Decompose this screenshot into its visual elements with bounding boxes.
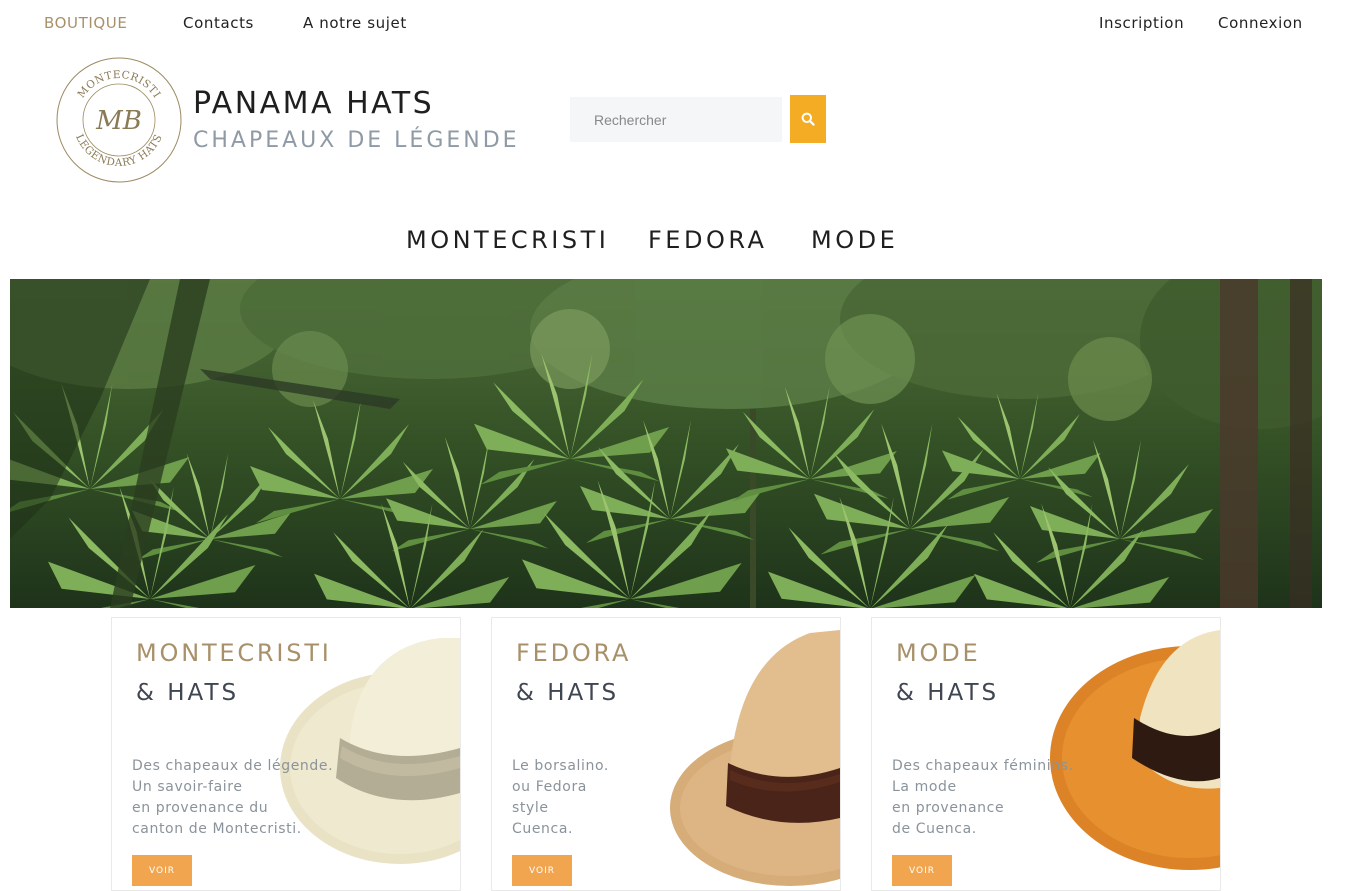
nav-link-boutique[interactable]: BOUTIQUE [44, 14, 127, 32]
voir-button-mode[interactable]: VOIR [892, 855, 952, 886]
card-description-line: en provenance du [132, 800, 269, 816]
card-subtitle: & HATS [896, 680, 1000, 706]
card-title: MONTECRISTI [136, 639, 332, 667]
card-description: Des chapeaux féminins. La mode en proven… [892, 756, 1074, 840]
card-description-line: La mode [892, 779, 957, 795]
card-description-line: Cuenca. [512, 821, 574, 837]
inscription-link[interactable]: Inscription [1099, 14, 1184, 32]
card-description-line: style [512, 800, 549, 816]
card-description-line: Le borsalino. [512, 758, 609, 774]
category-montecristi[interactable]: MONTECRISTI [406, 226, 609, 254]
nav-link-contacts[interactable]: Contacts [183, 14, 254, 32]
logo-bottom-text: LEGENDARY HATS [73, 132, 164, 169]
connexion-link[interactable]: Connexion [1218, 14, 1303, 32]
product-card-montecristi[interactable]: MONTECRISTI & HATS Des chapeaux de légen… [111, 617, 461, 891]
svg-text:MONTECRISTI: MONTECRISTI [75, 69, 162, 101]
card-description: Des chapeaux de légende. Un savoir-faire… [132, 756, 333, 840]
hat-image-fedora [650, 618, 840, 890]
card-subtitle: & HATS [136, 680, 240, 706]
card-description-line: en provenance [892, 800, 1005, 816]
card-title: FEDORA [516, 639, 632, 667]
hero-forest-image [10, 279, 1322, 608]
card-subtitle: & HATS [516, 680, 620, 706]
search-input[interactable] [570, 97, 782, 142]
card-description-line: de Cuenca. [892, 821, 977, 837]
card-description: Le borsalino. ou Fedora style Cuenca. [512, 756, 609, 840]
card-description-line: Des chapeaux de légende. [132, 758, 334, 774]
card-title: MODE [896, 639, 981, 667]
logo-monogram: MB [95, 106, 142, 136]
product-card-mode[interactable]: MODE & HATS Des chapeaux féminins. La mo… [871, 617, 1221, 891]
search-icon [801, 112, 815, 126]
category-mode[interactable]: MODE [811, 226, 898, 254]
svg-text:LEGENDARY HATS: LEGENDARY HATS [73, 132, 165, 169]
product-card-fedora[interactable]: FEDORA & HATS Le borsalino. ou Fedora st… [491, 617, 841, 891]
hat-image-mode [1030, 618, 1220, 890]
hero-banner [10, 279, 1322, 608]
voir-button-fedora[interactable]: VOIR [512, 855, 572, 886]
voir-button-montecristi[interactable]: VOIR [132, 855, 192, 886]
site-subtitle: CHAPEAUX DE LÉGENDE [193, 128, 520, 153]
card-description-line: ou Fedora [512, 779, 587, 795]
card-description-line: Des chapeaux féminins. [892, 758, 1074, 774]
card-description-line: canton de Montecristi. [132, 821, 302, 837]
card-description-line: Un savoir-faire [132, 779, 243, 795]
category-fedora[interactable]: FEDORA [648, 226, 767, 254]
site-title: PANAMA HATS [193, 86, 435, 121]
search-button[interactable] [790, 95, 826, 143]
logo-top-text: MONTECRISTI [75, 69, 162, 101]
brand-logo[interactable]: MONTECRISTI LEGENDARY HATS MB [55, 56, 183, 184]
nav-link-a-notre-sujet[interactable]: A notre sujet [303, 14, 407, 32]
